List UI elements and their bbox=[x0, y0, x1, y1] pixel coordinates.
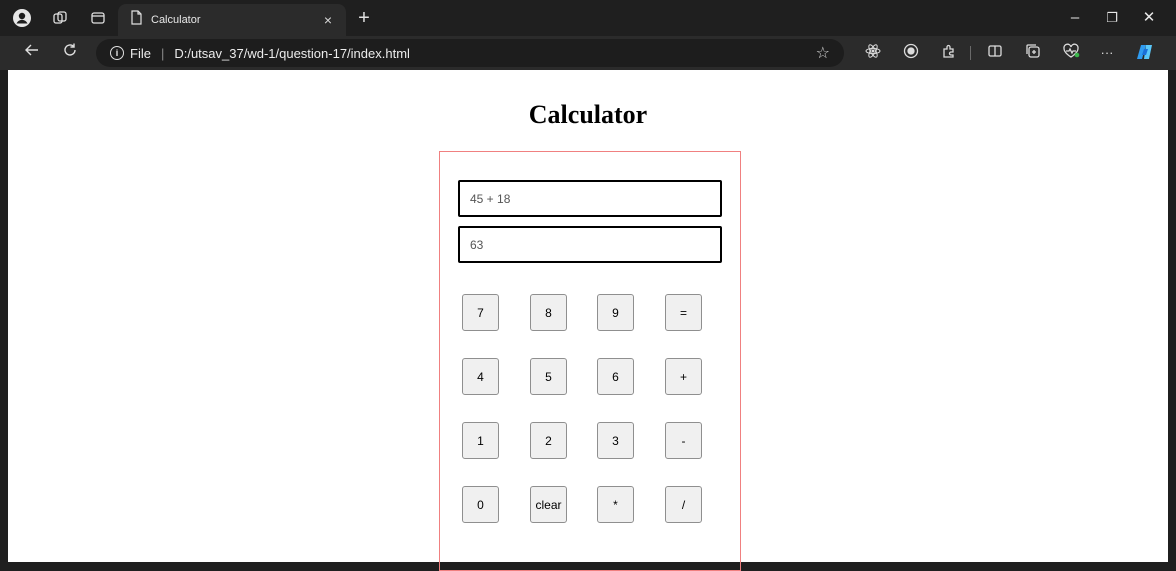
more-options-icon[interactable]: ··· bbox=[1096, 43, 1118, 63]
toolbar-divider bbox=[970, 46, 971, 60]
refresh-icon[interactable] bbox=[58, 42, 82, 64]
favorite-star-icon[interactable]: ☆ bbox=[816, 43, 830, 63]
key-8-button[interactable]: 8 bbox=[530, 294, 567, 331]
extensions-puzzle-icon[interactable] bbox=[938, 43, 960, 63]
key-5-button[interactable]: 5 bbox=[530, 358, 567, 395]
profile-avatar-icon[interactable] bbox=[10, 6, 34, 30]
key-2-button[interactable]: 2 bbox=[530, 422, 567, 459]
browser-tab-calculator[interactable]: Calculator × bbox=[118, 4, 346, 36]
calculator-container: 7 8 9 = 4 5 6 + 1 2 3 - 0 clear * / bbox=[439, 151, 741, 571]
browser-toolbar: i File | D:/utsav_37/wd-1/question-17/in… bbox=[0, 36, 1176, 70]
divide-button[interactable]: / bbox=[665, 486, 702, 523]
equals-button[interactable]: = bbox=[665, 294, 702, 331]
minus-button[interactable]: - bbox=[665, 422, 702, 459]
multiply-button[interactable]: * bbox=[597, 486, 634, 523]
key-1-button[interactable]: 1 bbox=[462, 422, 499, 459]
browser-essentials-icon[interactable] bbox=[1060, 43, 1082, 63]
new-tab-button[interactable]: + bbox=[352, 7, 376, 29]
extension-atom-icon[interactable] bbox=[862, 43, 884, 63]
page-title: Calculator bbox=[528, 100, 648, 129]
page-viewport: Calculator 7 8 9 = 4 5 6 + 1 2 3 - 0 cle… bbox=[8, 70, 1168, 571]
address-separator: | bbox=[160, 45, 165, 61]
extension-target-icon[interactable] bbox=[900, 43, 922, 63]
minimize-button[interactable]: – bbox=[1060, 7, 1090, 29]
key-4-button[interactable]: 4 bbox=[462, 358, 499, 395]
close-window-button[interactable]: ✕ bbox=[1134, 7, 1164, 29]
scheme-label: File bbox=[130, 45, 151, 61]
tab-actions-icon[interactable] bbox=[86, 6, 110, 30]
url-text: D:/utsav_37/wd-1/question-17/index.html bbox=[174, 45, 410, 61]
workspaces-icon[interactable] bbox=[48, 6, 72, 30]
copilot-icon[interactable] bbox=[1134, 43, 1156, 63]
split-screen-icon[interactable] bbox=[984, 43, 1006, 63]
back-arrow-icon[interactable] bbox=[20, 42, 44, 64]
restore-button[interactable]: ❐ bbox=[1097, 7, 1127, 29]
tab-title: Calculator bbox=[151, 14, 201, 26]
site-info-icon[interactable]: i bbox=[110, 46, 124, 60]
clear-button[interactable]: clear bbox=[530, 486, 567, 523]
key-7-button[interactable]: 7 bbox=[462, 294, 499, 331]
plus-button[interactable]: + bbox=[665, 358, 702, 395]
page-document-icon bbox=[130, 10, 143, 30]
key-9-button[interactable]: 9 bbox=[597, 294, 634, 331]
collections-icon[interactable] bbox=[1022, 43, 1044, 63]
result-input[interactable] bbox=[458, 226, 722, 263]
key-3-button[interactable]: 3 bbox=[597, 422, 634, 459]
close-tab-icon[interactable]: × bbox=[318, 12, 338, 28]
browser-title-bar: Calculator × + – ❐ ✕ bbox=[0, 0, 1176, 36]
address-bar[interactable]: i File | D:/utsav_37/wd-1/question-17/in… bbox=[96, 39, 844, 67]
key-0-button[interactable]: 0 bbox=[462, 486, 499, 523]
expression-input[interactable] bbox=[458, 180, 722, 217]
key-6-button[interactable]: 6 bbox=[597, 358, 634, 395]
